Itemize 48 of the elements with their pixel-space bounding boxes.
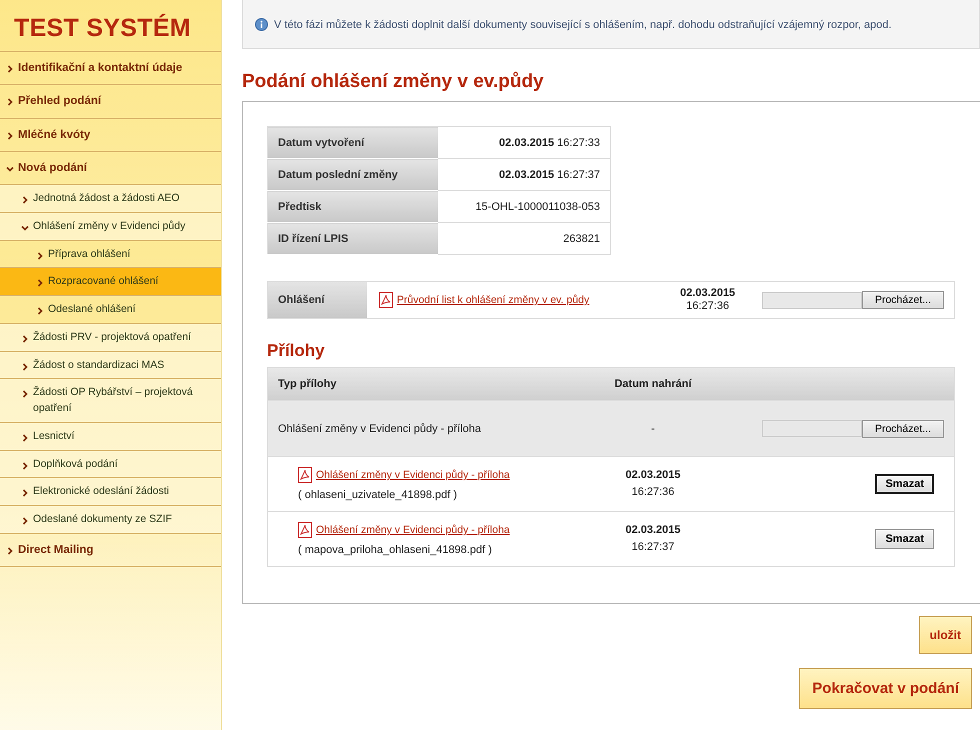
sidebar-item[interactable]: Žádosti PRV - projektová opatření xyxy=(0,324,221,352)
sidebar-item[interactable]: Žádost o standardizaci MAS xyxy=(0,352,221,380)
detail-label: Datum vytvoření xyxy=(268,126,438,158)
detail-value: 02.03.2015 16:27:37 xyxy=(438,158,610,190)
sidebar-item[interactable]: Lesnictví xyxy=(0,422,221,450)
sidebar-item[interactable]: Identifikační a kontaktní údaje xyxy=(0,52,221,86)
sidebar-item[interactable]: Elektronické odeslání žádosti xyxy=(0,478,221,506)
report-label: Ohlášení xyxy=(268,282,367,318)
delete-button[interactable]: Smazat xyxy=(875,474,934,494)
sidebar-item[interactable]: Mléčné kvóty xyxy=(0,118,221,152)
sidebar-item[interactable]: Doplňková podání xyxy=(0,450,221,478)
detail-label: ID řízení LPIS xyxy=(268,222,438,254)
file-name: ( mapova_priloha_ohlaseni_41898.pdf ) xyxy=(298,544,493,556)
sidebar-item[interactable]: Příprava ohlášení xyxy=(0,240,221,268)
info-text: V této fázi můžete k žádosti doplnit další dokumenty související s ohlášením, např. dohodu odstraňující vzájemný rozpor, apod. xyxy=(274,18,892,30)
attachment-type: Ohlášení změny v Evidenci půdy - příloha xyxy=(277,422,482,434)
column-header: Typ přílohy xyxy=(277,378,338,390)
browse-button[interactable]: Procházet... xyxy=(862,420,944,438)
upload-date: 02.03.2015 16:27:36 xyxy=(624,468,682,500)
file-name: ( ohlaseni_uzivatele_41898.pdf ) xyxy=(298,489,458,501)
sidebar-item[interactable]: Odeslané ohlášení xyxy=(0,296,221,324)
detail-label: Předtisk xyxy=(268,190,438,222)
sidebar-item[interactable]: Odeslané dokumenty ze SZIF xyxy=(0,506,221,534)
detail-value: 15-OHL-1000011038-053 xyxy=(438,190,610,222)
sidebar-item[interactable]: Přehled podání xyxy=(0,85,221,118)
delete-button[interactable]: Smazat xyxy=(875,529,934,549)
attachments-heading: Přílohy xyxy=(267,341,326,361)
continue-button[interactable]: Pokračovat v podání xyxy=(799,668,972,709)
detail-label: Datum poslední změny xyxy=(268,158,438,190)
sidebar-item[interactable]: Nová podání xyxy=(0,152,221,185)
detail-value: 263821 xyxy=(438,222,610,254)
report-date: 02.03.2015 16:27:36 xyxy=(679,286,736,314)
save-button[interactable]: uložit xyxy=(918,616,972,654)
page-title: Podání ohlášení změny v ev.půdy xyxy=(242,71,545,93)
attachment-link[interactable]: Ohlášení změny v Evidenci půdy - příloha xyxy=(316,469,510,481)
document-link[interactable]: Průvodní list k ohlášení změny v ev. půdy xyxy=(396,294,590,306)
column-header: Datum nahrání xyxy=(613,378,693,390)
sidebar-item[interactable]: Direct Mailing xyxy=(0,534,221,567)
upload-date: 02.03.2015 16:27:37 xyxy=(624,524,682,554)
sidebar-item[interactable]: Ohlášení změny v Evidenci půdy xyxy=(0,212,221,240)
sidebar-item[interactable]: Rozpracované ohlášení xyxy=(0,268,221,296)
sidebar-item[interactable]: Žádosti OP Rybářství – projektová opatření xyxy=(0,379,221,423)
brand-title: TEST SYSTÉM xyxy=(0,0,221,52)
sidebar-item[interactable]: Jednotná žádost a žádosti AEO xyxy=(0,185,221,213)
upload-date: - xyxy=(650,422,656,434)
detail-value: 02.03.2015 16:27:33 xyxy=(438,126,610,158)
browse-button[interactable]: Procházet... xyxy=(862,291,944,309)
attachment-link[interactable]: Ohlášení změny v Evidenci půdy - příloha xyxy=(316,524,510,536)
